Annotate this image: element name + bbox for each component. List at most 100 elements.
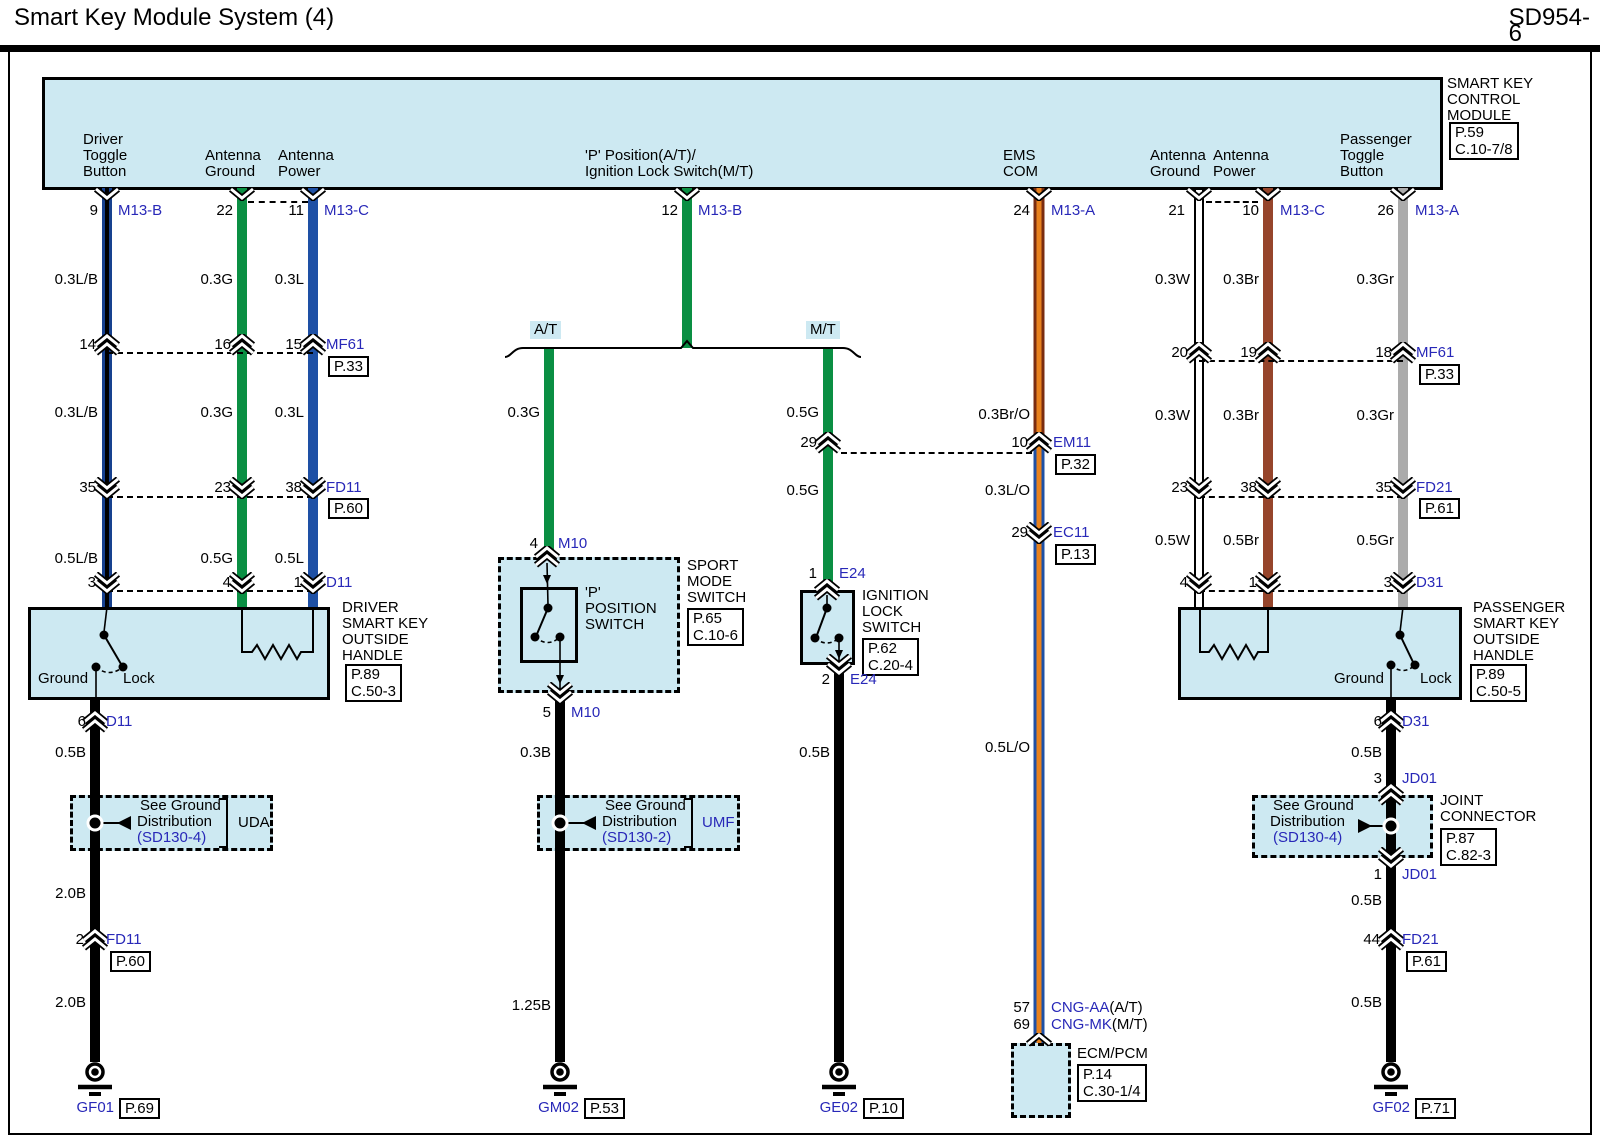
wire-gauge: 0.5G (786, 483, 819, 499)
wire-gauge: 2.0B (55, 995, 86, 1011)
wire-gauge: 0.5B (1351, 995, 1382, 1011)
wire-gauge: 0.5W (1155, 533, 1190, 549)
pin-number: 1 (1374, 867, 1382, 883)
pin-number: 35 (79, 480, 96, 496)
pin-number: 9 (90, 203, 98, 219)
module-pin-chevron-icon (94, 187, 120, 201)
wire-gauge: 0.3L/B (55, 405, 98, 421)
uda-arrow-icon (117, 816, 131, 830)
pin-number: 10 (1242, 203, 1259, 219)
connector-id: FD21 (1402, 932, 1439, 948)
wire-gauge: 0.3L/B (55, 272, 98, 288)
pin-number: 14 (79, 337, 96, 353)
module-terminal-antenna-power-left: Antenna Power (278, 148, 334, 180)
wire-gauge: 0.3Gr (1356, 408, 1394, 424)
fd21-chevron-icon (1255, 477, 1281, 499)
page-ref: P.60 (328, 498, 369, 519)
jd01-in-chevron-icon (1378, 784, 1404, 806)
d11-chevron-icon (300, 572, 326, 594)
wire-gauge: 0.3Br/O (978, 407, 1030, 423)
page-ref: P.61 (1419, 498, 1460, 519)
d31-chevron-icon (1186, 572, 1212, 594)
ground-symbol-icon (1371, 1062, 1411, 1100)
pin-number: 44 (1363, 932, 1380, 948)
wire-gauge: 0.3W (1155, 272, 1190, 288)
ground-dist-text: Distribution (1270, 814, 1345, 830)
page-ref: P.14 C.30-1/4 (1077, 1064, 1147, 1102)
connector-id: CNG-AA (1051, 999, 1109, 1016)
ground-symbol-icon (819, 1062, 859, 1100)
module-pin-chevron-icon (1026, 187, 1052, 201)
module-pin-chevron-icon (674, 187, 700, 201)
ground-dist-text: Distribution (137, 814, 212, 830)
ground-dist-link[interactable]: (SD130-2) (602, 830, 671, 846)
jd01-out-chevron-icon (1378, 847, 1404, 869)
ground-id: GF01 (76, 1100, 114, 1116)
wire-gauge: 0.5B (55, 745, 86, 761)
d11-chevron-icon (94, 572, 120, 594)
ground-dist-link[interactable]: (SD130-4) (1273, 830, 1342, 846)
pin-number: 15 (285, 337, 302, 353)
connector-id: FD21 (1416, 480, 1453, 496)
wire-gauge: 1.25B (512, 998, 551, 1014)
ecm-conn-at: CNG-AA(A/T) (1051, 1000, 1143, 1016)
p-position-switch-label: 'P' POSITION SWITCH (585, 585, 657, 633)
connector-id: M10 (558, 536, 587, 552)
switch-position-ground: Ground (38, 671, 88, 687)
page-ref: P.13 (1055, 544, 1096, 565)
page-ref: P.71 (1415, 1098, 1456, 1119)
connector-id: M13-B (118, 203, 162, 219)
connector-id: D31 (1402, 714, 1430, 730)
ec11-chevron-icon (1026, 522, 1052, 544)
ground-id: GE02 (820, 1100, 858, 1116)
switch-position-lock: Lock (123, 671, 155, 687)
connector-id: CNG-MK (1051, 1016, 1112, 1033)
pin-number: 57 (1013, 1000, 1030, 1016)
tie-fd21 (1199, 496, 1403, 498)
ground-dist-tag: UMF (702, 815, 735, 831)
fd11-chevron-icon (229, 477, 255, 499)
joint-arrow-icon (1358, 819, 1372, 833)
wire-passenger-handle-ground (1386, 700, 1396, 1062)
tie-em11 (841, 452, 1032, 454)
fd21-pin44-chevron-icon (1378, 929, 1404, 951)
pin-number: 2 (822, 672, 830, 688)
pin-number: 4 (530, 536, 538, 552)
wire-antenna-ground-left (237, 188, 247, 607)
wire-driver-handle-ground (90, 700, 100, 1062)
pin-number: 16 (214, 337, 231, 353)
wire-gauge: 0.5B (799, 745, 830, 761)
pin-number: 1 (294, 575, 302, 591)
m10-out-chevron-icon (547, 682, 573, 704)
wire-gauge: 0.3W (1155, 408, 1190, 424)
connector-id: JD01 (1402, 867, 1437, 883)
connector-id: D11 (106, 714, 132, 730)
page-ref: P.10 (863, 1098, 904, 1119)
connector-id: M13-C (1280, 203, 1325, 219)
wire-p-position-stem (682, 188, 692, 348)
fd11-chevron-icon (94, 477, 120, 499)
mf61-right-chevron-icon (1186, 342, 1212, 364)
ground-id: GF02 (1372, 1100, 1410, 1116)
ecm-pcm-box (1011, 1043, 1071, 1118)
connector-id: MF61 (1416, 345, 1454, 361)
tie-fd11 (107, 496, 313, 498)
connector-id: FD11 (326, 480, 362, 496)
fd11-pin2-chevron-icon (82, 929, 108, 951)
pin-number: 4 (1180, 575, 1188, 591)
connector-id: M13-A (1415, 203, 1459, 219)
wire-gauge: 0.5Br (1223, 533, 1259, 549)
at-branch-tag: A/T (530, 321, 561, 339)
tie-d11 (107, 590, 313, 592)
branch-bracket (503, 336, 863, 360)
ground-dist-link[interactable]: (SD130-4) (137, 830, 206, 846)
umf-arrow-icon (582, 816, 596, 830)
fd11-chevron-icon (300, 477, 326, 499)
pin-number: 3 (88, 575, 96, 591)
connector-id: M13-A (1051, 203, 1095, 219)
mf61-chevron-icon (229, 334, 255, 356)
wire-antenna-power-right (1263, 188, 1273, 607)
wire-gauge: 0.3G (200, 272, 233, 288)
wire-mt-ground (834, 665, 844, 1062)
wire-gauge: 0.5L (275, 551, 304, 567)
